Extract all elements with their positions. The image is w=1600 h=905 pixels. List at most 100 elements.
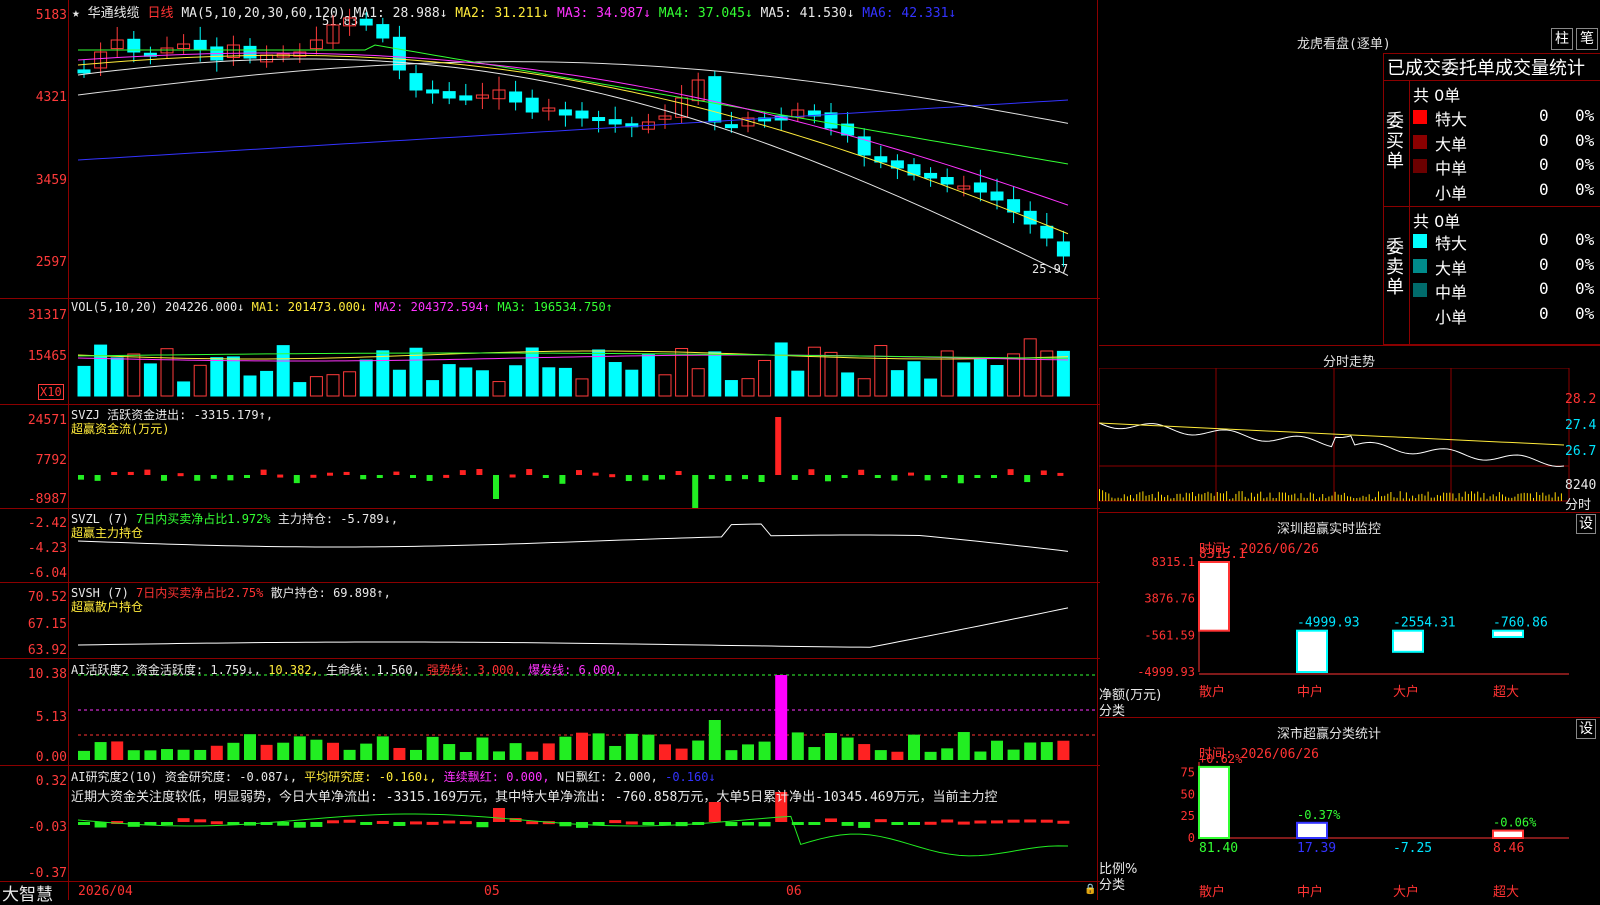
- fund-flow-bar: [161, 475, 167, 481]
- activity-bar: [476, 737, 489, 760]
- volume-bar: [359, 359, 373, 397]
- intraday-volume-bar: [1495, 496, 1497, 501]
- research-bar: [426, 821, 439, 825]
- candle-body: [426, 89, 440, 94]
- intraday-volume-bar: [1418, 494, 1420, 501]
- volume-bar: [226, 356, 240, 397]
- vol-ma1: [77, 350, 1069, 360]
- research-bar: [144, 822, 157, 825]
- research-bar: [78, 822, 90, 825]
- retail-line: [77, 607, 1069, 648]
- tick-mode-button[interactable]: 笔: [1576, 28, 1598, 50]
- intraday-axis-label: 26.7: [1565, 444, 1597, 459]
- sz-category: 散户: [1199, 684, 1225, 700]
- intraday-volume-bar: [1492, 494, 1494, 501]
- intraday-volume-bar: [1371, 498, 1373, 501]
- candle-body: [143, 52, 157, 57]
- intraday-volume-bar: [1247, 498, 1249, 501]
- activity-bar: [210, 745, 223, 760]
- intraday-volume-bar: [1554, 492, 1556, 501]
- candle-body: [758, 117, 772, 122]
- candle-body: [973, 182, 987, 193]
- sell-row-count: 0: [1539, 279, 1549, 298]
- buy-row-name: 中单: [1435, 159, 1468, 178]
- intraday-axis-label: 28.2: [1565, 392, 1597, 407]
- intraday-volume-bar: [1213, 495, 1215, 501]
- cls-axis-label: 0: [1188, 831, 1195, 845]
- research-bar: [808, 822, 821, 825]
- activity-bar: [692, 740, 705, 760]
- intraday-volume-bar: [1467, 493, 1469, 501]
- price-axis-label: 3459: [35, 173, 67, 188]
- intraday-volume-bar: [1176, 493, 1178, 501]
- intraday-volume-bar: [1368, 494, 1370, 501]
- intraday-volume-bar: [1269, 492, 1271, 501]
- ma3-value: MA3: 34.987↓: [557, 6, 651, 21]
- volume-bar: [973, 359, 987, 397]
- buy-row-count: 0: [1539, 106, 1549, 125]
- vol-axis-label: 31317: [27, 308, 67, 323]
- activity-bar: [775, 675, 788, 760]
- intraday-volume-bar: [1483, 492, 1485, 501]
- activity-bar: [78, 750, 90, 760]
- sell-row-name: 小单: [1435, 307, 1468, 327]
- fund-flow-bar: [742, 475, 748, 480]
- main-force-line: [77, 523, 1069, 552]
- sell-row-pct: 0%: [1575, 303, 1595, 323]
- candle-body: [575, 110, 589, 119]
- intraday-volume-bar: [1427, 491, 1429, 501]
- ma5-value: MA5: 41.530↓: [760, 6, 855, 21]
- favorite-star-icon[interactable]: ★: [72, 6, 80, 21]
- volume-bar: [1056, 350, 1070, 397]
- ma1-line: [77, 58, 1069, 276]
- intraday-chart[interactable]: [1099, 368, 1600, 518]
- sell-orders-label: 委卖单: [1386, 237, 1404, 298]
- activity-bar: [1040, 742, 1053, 760]
- research-bar: [227, 822, 240, 825]
- activity-bar: [244, 734, 256, 760]
- research-bar: [924, 821, 937, 825]
- activity-bar: [908, 734, 920, 760]
- fund-flow-bar: [924, 475, 931, 481]
- volume-bar: [741, 378, 755, 397]
- volume-bar: [492, 381, 506, 397]
- fund-flow-bar: [360, 475, 367, 480]
- research-bar: [360, 822, 373, 825]
- cls-axis-label: 75: [1181, 765, 1195, 779]
- cls-change-label: -0.06%: [1493, 816, 1537, 830]
- kline-panel[interactable]: ★ 华通线缆 日线 MA(5,10,20,30,60,120) MA1: 28.…: [0, 0, 1100, 905]
- candle-body: [724, 124, 738, 129]
- fund-flow-bar: [725, 475, 732, 481]
- activity-bar: [708, 720, 721, 760]
- intraday-volume-bar: [1142, 491, 1144, 501]
- period-label[interactable]: 日线: [148, 6, 174, 21]
- activity-bar: [957, 732, 970, 760]
- fund-flow-bar: [493, 475, 499, 499]
- candle-body: [392, 36, 406, 71]
- intraday-volume-bar: [1359, 497, 1361, 501]
- volume-bar: [409, 347, 423, 397]
- volume-bar: [243, 375, 257, 397]
- research-bar: [194, 819, 207, 823]
- intraday-volume-bar: [1381, 496, 1383, 501]
- ma3-line: [77, 52, 1069, 206]
- volume-bar: [807, 346, 821, 397]
- volume-bar: [890, 370, 904, 397]
- column-mode-button[interactable]: 柱: [1551, 28, 1573, 50]
- fund-flow-bar: [841, 475, 848, 478]
- sz-axis-label: -4999.93: [1137, 665, 1195, 679]
- intraday-volume-bar: [1446, 492, 1448, 501]
- candle-body: [110, 39, 124, 50]
- intraday-mode-label[interactable]: 分时: [1565, 494, 1591, 513]
- svzj-axis-label: -8987: [27, 492, 67, 507]
- fund-flow-bar: [376, 475, 383, 478]
- research-bar: [742, 822, 754, 826]
- fund-flow-bar: [327, 472, 333, 476]
- intraday-volume-bar: [1145, 495, 1147, 501]
- fund-flow-bar: [111, 471, 118, 475]
- intraday-volume-bar: [1464, 491, 1466, 501]
- candle-body: [94, 51, 108, 69]
- fund-flow-bar: [542, 475, 549, 478]
- lock-icon[interactable]: 🔒: [1084, 884, 1096, 895]
- fund-flow-bar: [659, 475, 665, 480]
